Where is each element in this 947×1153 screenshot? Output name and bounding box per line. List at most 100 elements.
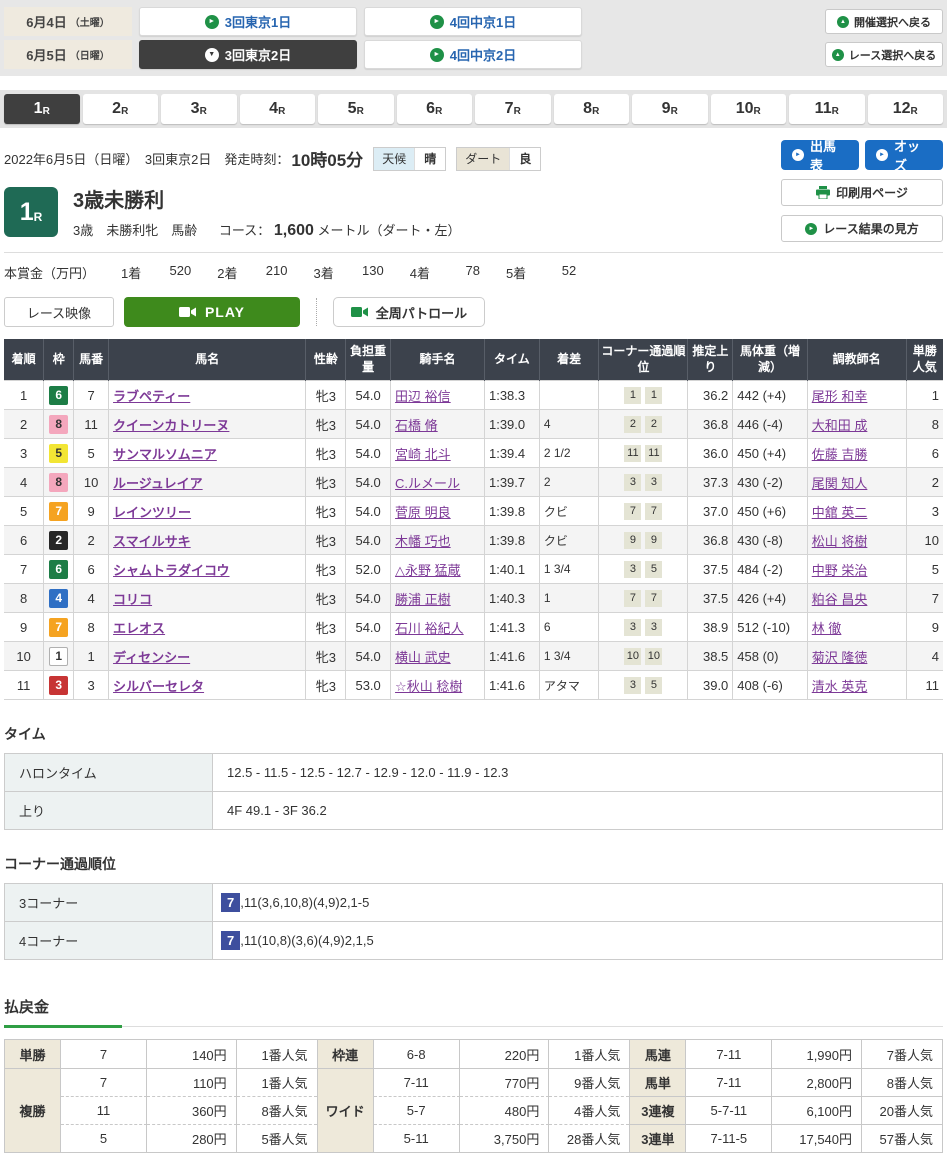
horse-name-link[interactable]: ルージュレイア bbox=[113, 476, 203, 491]
estimated-last-3f: 38.9 bbox=[688, 613, 733, 642]
corner-position-chip: 3 bbox=[624, 561, 641, 578]
tab-number: 2 bbox=[112, 100, 121, 118]
horse-name-link[interactable]: クイーンカトリーヌ bbox=[113, 418, 229, 433]
trainer-name-link[interactable]: 大和田 成 bbox=[812, 418, 868, 433]
horse-name-link[interactable]: ラブペティー bbox=[113, 389, 190, 404]
horse-name-link[interactable]: シャムトラダイコウ bbox=[113, 563, 229, 578]
trainer-name-link[interactable]: 林 徹 bbox=[812, 621, 842, 636]
horse-name-link[interactable]: エレオス bbox=[113, 621, 165, 636]
jockey-name-link[interactable]: 横山 武史 bbox=[395, 650, 451, 665]
corner-position-chip: 11 bbox=[645, 445, 662, 462]
tab-suffix: R bbox=[121, 106, 128, 117]
trainer-name-link[interactable]: 粕谷 昌央 bbox=[812, 592, 868, 607]
back-to-race-select-button[interactable]: ▲ レース選択へ戻る bbox=[825, 42, 943, 67]
results-guide-label: レース結果の見方 bbox=[823, 220, 918, 237]
race-tab-7r[interactable]: 7R bbox=[475, 94, 551, 124]
race-number-badge: 1 R bbox=[4, 187, 58, 237]
carried-weight: 54.0 bbox=[346, 584, 391, 613]
tab-number: 1 bbox=[34, 100, 43, 118]
race-tab-2r[interactable]: 2R bbox=[83, 94, 159, 124]
jockey-name-link[interactable]: C.ルメール bbox=[395, 476, 460, 491]
divider bbox=[316, 298, 317, 326]
horse-number: 4 bbox=[74, 584, 109, 613]
horse-name-link[interactable]: スマイルサキ bbox=[113, 534, 191, 549]
entry-table-label: 出馬表 bbox=[810, 136, 848, 174]
entry-table-button[interactable]: ► 出馬表 bbox=[781, 140, 859, 170]
combination: 11 bbox=[61, 1096, 147, 1124]
nav-button-tokyo-day2-selected[interactable]: ▼ 3回東京2日 bbox=[139, 40, 357, 69]
win-popularity: 2 bbox=[906, 468, 943, 497]
prize-rank: 1着 bbox=[121, 263, 141, 282]
race-tab-1r[interactable]: 1R bbox=[4, 94, 80, 124]
payout-amount: 140円 bbox=[147, 1040, 237, 1068]
race-tab-6r[interactable]: 6R bbox=[397, 94, 473, 124]
race-tab-3r[interactable]: 3R bbox=[161, 94, 237, 124]
race-tab-4r[interactable]: 4R bbox=[240, 94, 316, 124]
horse-name-link[interactable]: ディセンシー bbox=[113, 650, 190, 665]
result-row-1: 167ラブペティー牝354.0田辺 裕信1:38.31136.2442 (+4)… bbox=[4, 381, 943, 410]
carried-weight: 52.0 bbox=[346, 555, 391, 584]
jockey-name-link[interactable]: 石川 裕紀人 bbox=[395, 621, 464, 636]
finish-time: 1:41.3 bbox=[484, 613, 539, 642]
payout-popularity: 28番人気 bbox=[549, 1124, 629, 1152]
trainer-name-link[interactable]: 尾形 和幸 bbox=[812, 389, 868, 404]
back-to-meeting-select-button[interactable]: ▲ 開催選択へ戻る bbox=[825, 9, 943, 34]
frame-number: 1 bbox=[44, 642, 74, 671]
jockey-name-link[interactable]: 木幡 巧也 bbox=[395, 534, 451, 549]
play-label: PLAY bbox=[205, 304, 245, 320]
horse-name-link[interactable]: サンマルソムニア bbox=[113, 447, 217, 462]
horse-number: 1 bbox=[74, 642, 109, 671]
jockey-name-link[interactable]: △永野 猛蔵 bbox=[395, 563, 461, 578]
trainer-name-link[interactable]: 菊沢 隆徳 bbox=[812, 650, 868, 665]
trainer-name-link[interactable]: 中舘 英二 bbox=[812, 505, 868, 520]
tab-number: 4 bbox=[269, 100, 278, 118]
horse-name-link[interactable]: レインツリー bbox=[113, 505, 191, 520]
trainer-name-link[interactable]: 松山 将樹 bbox=[812, 534, 868, 549]
track-label: ダート bbox=[457, 148, 509, 170]
play-video-button[interactable]: PLAY bbox=[124, 297, 300, 327]
estimated-last-3f: 37.3 bbox=[688, 468, 733, 497]
trainer-name-link[interactable]: 清水 英克 bbox=[812, 679, 868, 694]
corner-position-chip: 7 bbox=[624, 503, 641, 520]
nav-button-tokyo-day1[interactable]: ► 3回東京1日 bbox=[139, 7, 357, 36]
tab-suffix: R bbox=[592, 106, 599, 117]
print-page-button[interactable]: 印刷用ページ bbox=[781, 179, 943, 206]
printer-icon bbox=[816, 186, 830, 199]
bet-type-label: 枠連 bbox=[318, 1040, 374, 1068]
win-popularity: 3 bbox=[906, 497, 943, 526]
frame-number: 6 bbox=[44, 555, 74, 584]
frame-number: 7 bbox=[44, 497, 74, 526]
race-tab-5r[interactable]: 5R bbox=[318, 94, 394, 124]
nav-button-chukyo-day1[interactable]: ► 4回中京1日 bbox=[364, 7, 582, 36]
jockey-name-link[interactable]: 石橋 脩 bbox=[395, 418, 438, 433]
payout-row: 枠連6-8220円1番人気 bbox=[318, 1040, 630, 1068]
race-tab-10r[interactable]: 10R bbox=[711, 94, 787, 124]
col-header-trainer: 調教師名 bbox=[807, 339, 906, 381]
race-tab-11r[interactable]: 11R bbox=[789, 94, 865, 124]
jockey-name-link[interactable]: ☆秋山 稔樹 bbox=[395, 679, 462, 694]
odds-button[interactable]: ► オッズ bbox=[865, 140, 943, 170]
jockey-name-cell: 木幡 巧也 bbox=[391, 526, 485, 555]
results-guide-button[interactable]: ► レース結果の見方 bbox=[781, 215, 943, 242]
start-time-label: 発走時刻： bbox=[224, 149, 289, 168]
payout-popularity: 1番人気 bbox=[549, 1040, 629, 1068]
horse-name-link[interactable]: コリコ bbox=[113, 592, 152, 607]
race-tab-9r[interactable]: 9R bbox=[632, 94, 708, 124]
race-tab-8r[interactable]: 8R bbox=[554, 94, 630, 124]
finish-position: 6 bbox=[4, 526, 44, 555]
jockey-name-link[interactable]: 勝浦 正樹 bbox=[395, 592, 451, 607]
jockey-name-link[interactable]: 田辺 裕信 bbox=[395, 389, 451, 404]
trainer-name-link[interactable]: 中野 栄治 bbox=[812, 563, 868, 578]
margin: 1 3/4 bbox=[539, 555, 599, 584]
jockey-name-link[interactable]: 宮崎 北斗 bbox=[395, 447, 451, 462]
trainer-name-link[interactable]: 佐藤 吉勝 bbox=[812, 447, 868, 462]
nav-button-chukyo-day2[interactable]: ► 4回中京2日 bbox=[364, 40, 582, 69]
patrol-video-button[interactable]: 全周パトロール bbox=[333, 297, 485, 327]
course-distance: 1,600 bbox=[274, 222, 314, 239]
body-weight: 430 (-8) bbox=[733, 526, 807, 555]
jockey-name-link[interactable]: 菅原 明良 bbox=[395, 505, 451, 520]
horse-name-link[interactable]: シルバーセレタ bbox=[113, 679, 204, 694]
race-tab-12r[interactable]: 12R bbox=[868, 94, 944, 124]
odds-label: オッズ bbox=[894, 136, 932, 174]
trainer-name-link[interactable]: 尾関 知人 bbox=[812, 476, 868, 491]
